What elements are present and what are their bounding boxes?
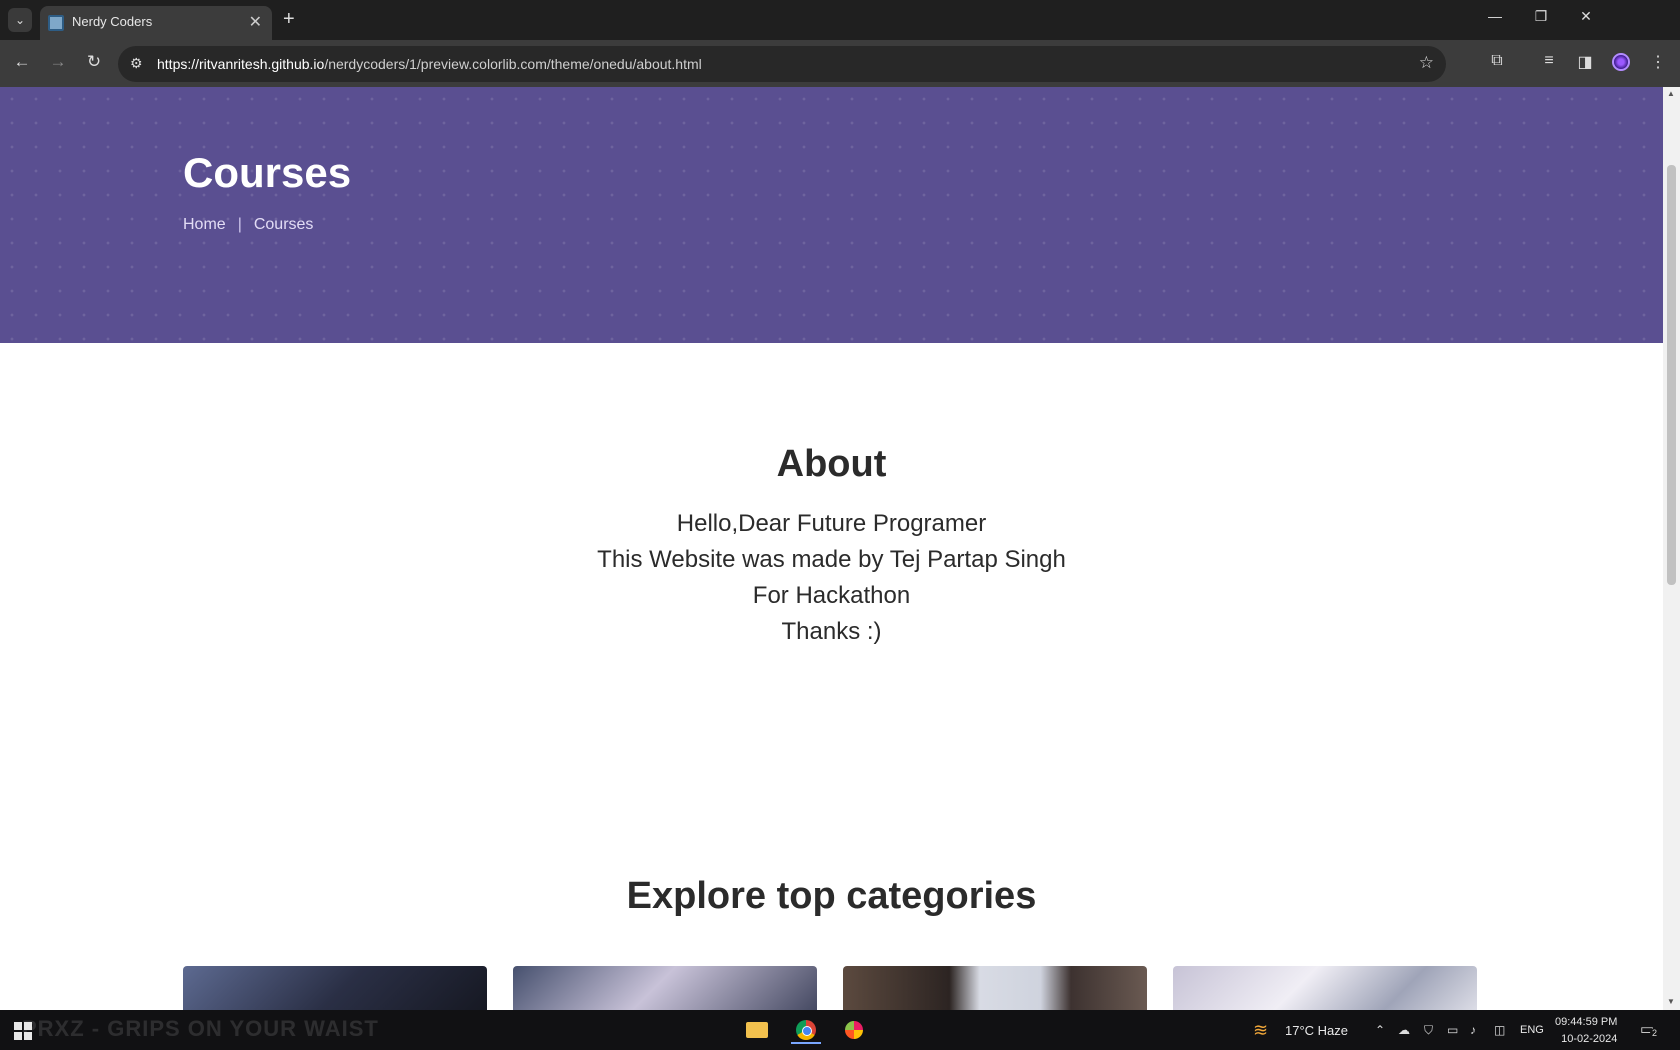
- side-panel-icon[interactable]: ◨: [1574, 52, 1596, 72]
- weather-haze-icon[interactable]: ≋: [1253, 1020, 1268, 1041]
- breadcrumb: Home | Courses: [183, 216, 313, 234]
- media-control-icon[interactable]: ≡: [1538, 52, 1560, 70]
- notification-icon[interactable]: ▭ 2: [1640, 1020, 1660, 1038]
- minimize-icon[interactable]: —: [1480, 8, 1510, 24]
- restore-icon[interactable]: ❐: [1526, 8, 1556, 25]
- url-text[interactable]: https://ritvanritesh.github.io/nerdycode…: [157, 56, 702, 72]
- about-line: Thanks :): [781, 618, 882, 645]
- site-info-icon[interactable]: ⚙: [130, 55, 143, 72]
- security-icon[interactable]: ⛉: [1424, 1023, 1433, 1038]
- menu-kebab-icon[interactable]: ⋮: [1647, 52, 1669, 72]
- network-icon[interactable]: ▭: [1447, 1023, 1458, 1037]
- about-line: Hello,Dear Future Programer: [676, 510, 987, 537]
- category-card-image[interactable]: [843, 966, 1147, 1010]
- windows-start-icon[interactable]: [14, 1022, 32, 1040]
- about-heading: About: [776, 443, 887, 485]
- media-overlay-text: PRXZ - GRIPS ON YOUR WAIST: [22, 1016, 379, 1041]
- page-title: Courses: [183, 149, 352, 196]
- forward-icon[interactable]: →: [47, 52, 69, 72]
- clock-time: 09:44:59 PM: [1555, 1016, 1618, 1028]
- tab-active[interactable]: Nerdy Coders ✕: [40, 6, 272, 40]
- windows-taskbar: PRXZ - GRIPS ON YOUR WAIST ≋ 17°C Haze ⌃…: [0, 1010, 1680, 1050]
- category-card-image[interactable]: [183, 966, 487, 1010]
- category-card-image[interactable]: [513, 966, 817, 1010]
- favicon-icon: [48, 15, 64, 31]
- about-section: About Hello,Dear Future Programer This W…: [0, 443, 1663, 650]
- scroll-down-icon[interactable]: ▼: [1667, 997, 1675, 1006]
- clock[interactable]: 09:44:59 PM 10-02-2024: [1555, 1014, 1617, 1048]
- category-cards: [183, 966, 1483, 1010]
- breadcrumb-home-link[interactable]: Home: [183, 216, 226, 233]
- hero-banner: Courses Home | Courses: [0, 87, 1663, 343]
- page-viewport: Courses Home | Courses About Hello,Dear Fu…: [0, 87, 1663, 1010]
- weather-text[interactable]: 17°C Haze: [1285, 1023, 1348, 1038]
- browser-toolbar: ← → ↻ ⚙ https://ritvanritesh.github.io/n…: [0, 40, 1680, 87]
- tab-close-icon[interactable]: ✕: [249, 12, 262, 32]
- scroll-thumb[interactable]: [1667, 165, 1676, 585]
- category-card-image[interactable]: [1173, 966, 1477, 1010]
- tab-title: Nerdy Coders: [72, 14, 153, 29]
- breadcrumb-current: Courses: [253, 216, 314, 233]
- tab-search-icon[interactable]: ⌄: [8, 8, 32, 32]
- extensions-icon[interactable]: ⧉: [1486, 52, 1508, 70]
- about-line: For Hackathon: [752, 582, 911, 609]
- onedrive-icon[interactable]: ☁: [1398, 1023, 1410, 1037]
- window-close-icon[interactable]: ✕: [1571, 8, 1601, 25]
- explore-heading: Explore top categories: [626, 875, 1037, 917]
- back-icon[interactable]: ←: [11, 52, 33, 72]
- bookmark-star-icon[interactable]: ☆: [1419, 53, 1434, 73]
- clock-date: 10-02-2024: [1561, 1033, 1618, 1045]
- new-tab-icon[interactable]: +: [283, 8, 295, 30]
- language-indicator[interactable]: ENG: [1520, 1024, 1544, 1036]
- volume-icon[interactable]: ♪: [1470, 1023, 1476, 1037]
- meet-icon[interactable]: ◫: [1494, 1023, 1505, 1037]
- tray-chevron-icon[interactable]: ⌃: [1375, 1023, 1385, 1037]
- reload-icon[interactable]: ↻: [83, 52, 105, 72]
- page-scrollbar[interactable]: ▲ ▼: [1663, 87, 1680, 1010]
- notification-count: 2: [1650, 1028, 1660, 1038]
- pinned-app-icon[interactable]: [839, 1016, 869, 1044]
- about-line: This Website was made by Tej Partap Sing…: [597, 546, 1066, 573]
- chrome-icon[interactable]: [791, 1016, 821, 1044]
- about-text: Hello,Dear Future Programer This Website…: [0, 506, 1663, 650]
- scroll-up-icon[interactable]: ▲: [1667, 89, 1675, 98]
- file-explorer-icon[interactable]: [741, 1016, 771, 1044]
- breadcrumb-separator: |: [237, 216, 242, 233]
- address-bar[interactable]: ⚙ https://ritvanritesh.github.io/nerdyco…: [118, 46, 1446, 82]
- profile-avatar[interactable]: [1612, 53, 1630, 71]
- browser-tab-bar: ⌄ Nerdy Coders ✕ + — ❐ ✕: [0, 0, 1680, 40]
